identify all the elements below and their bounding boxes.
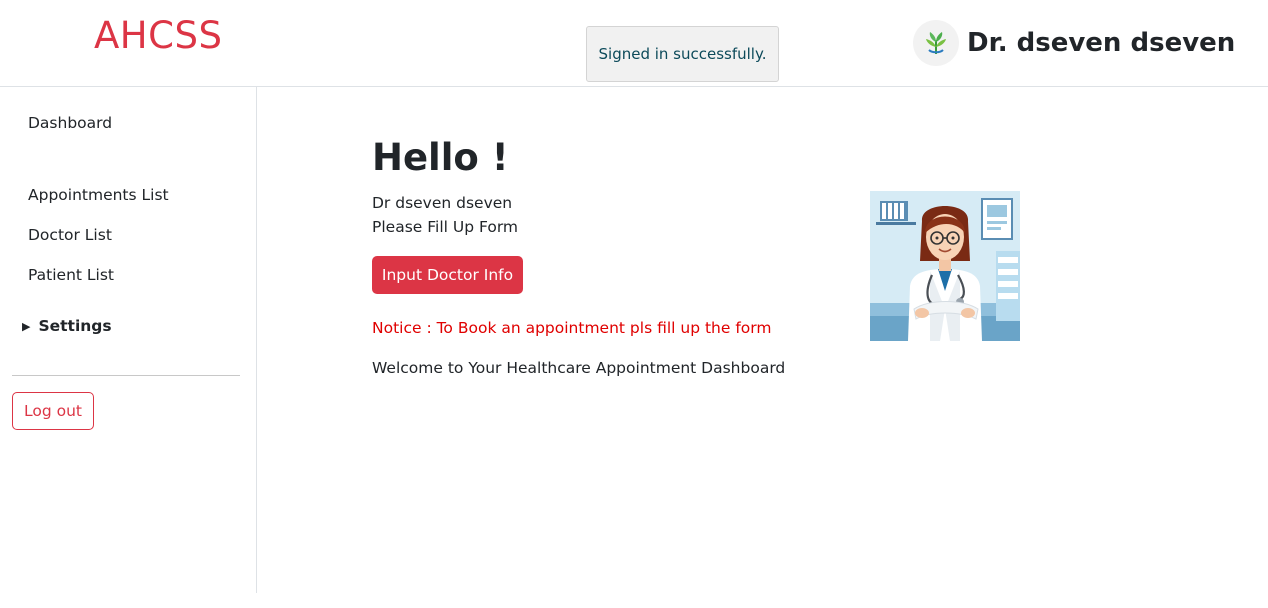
- signin-toast: Signed in successfully.: [586, 26, 779, 82]
- sidebar-item-patients[interactable]: Patient List: [28, 266, 114, 284]
- sidebar: Dashboard Appointments List Doctor List …: [0, 87, 257, 593]
- triangle-right-icon: ▶: [22, 319, 31, 333]
- welcome-text: Welcome to Your Healthcare Appointment D…: [372, 359, 786, 377]
- user-name: Dr. dseven dseven: [967, 28, 1236, 58]
- sidebar-divider: [12, 375, 240, 376]
- main-content: Hello ! Dr dseven dseven Please Fill Up …: [257, 87, 1268, 593]
- sidebar-item-doctors[interactable]: Doctor List: [28, 226, 112, 244]
- user-profile[interactable]: Dr. dseven dseven: [913, 20, 1235, 66]
- sidebar-item-settings[interactable]: ▶ Settings: [22, 317, 112, 335]
- instruction-text: Please Fill Up Form: [372, 218, 519, 236]
- notice-text: Notice : To Book an appointment pls fill…: [372, 319, 772, 337]
- settings-label: Settings: [38, 317, 112, 335]
- greeting-heading: Hello !: [372, 136, 509, 179]
- sidebar-item-appointments[interactable]: Appointments List: [28, 186, 169, 204]
- logout-button[interactable]: Log out: [12, 392, 94, 430]
- top-header: AHCSS Signed in successfully. Dr. dseven…: [0, 0, 1268, 87]
- brand-logo-text[interactable]: AHCSS: [94, 14, 222, 57]
- plant-logo-icon: [913, 20, 959, 66]
- doctor-illustration: [870, 191, 1020, 341]
- input-doctor-info-button[interactable]: Input Doctor Info: [372, 256, 523, 294]
- doctor-name-text: Dr dseven dseven: [372, 194, 513, 212]
- sidebar-item-dashboard[interactable]: Dashboard: [28, 114, 112, 132]
